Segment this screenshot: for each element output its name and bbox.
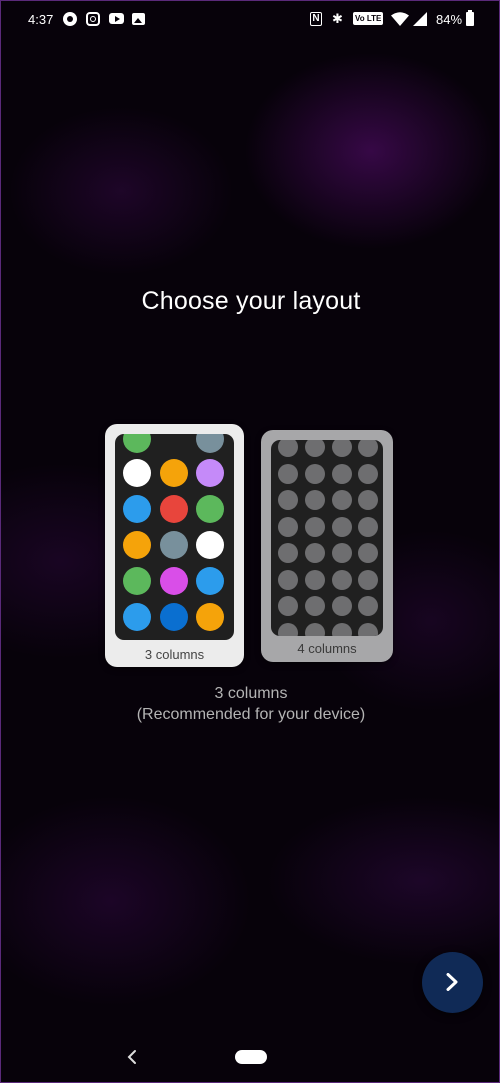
app-dot: [332, 569, 352, 590]
app-dot: [278, 622, 298, 636]
app-dot: [305, 516, 325, 537]
layout-preview-4-columns: [271, 440, 383, 636]
page-title: Choose your layout: [141, 287, 361, 315]
home-pill[interactable]: [235, 1050, 267, 1064]
app-dot: [305, 463, 325, 484]
layout-label-3-columns: 3 columns: [144, 647, 205, 662]
setup-screen: 4:37 N ✱ Vo LTE 84% Choose your layout 3…: [0, 0, 500, 1083]
battery-percent: 84%: [436, 12, 463, 27]
app-dot: [358, 463, 378, 484]
app-dot: [278, 463, 298, 484]
app-dot: [278, 440, 298, 457]
layout-label-4-columns: 4 columns: [297, 641, 357, 656]
app-dot: [278, 543, 298, 563]
app-dot: [358, 490, 378, 510]
layout-option-4-columns[interactable]: 4 columns: [261, 430, 393, 662]
nfc-icon: N: [310, 12, 322, 26]
app-dot: [196, 495, 224, 523]
youtube-icon: [109, 13, 124, 24]
photos-icon: [132, 13, 145, 25]
app-dot: [305, 622, 325, 636]
app-dot: [305, 490, 325, 510]
app-dot: [196, 434, 224, 453]
app-dot: [278, 596, 298, 616]
app-dot: [196, 603, 224, 631]
selected-layout-caption: 3 columns: [214, 685, 288, 702]
app-dot: [196, 459, 224, 487]
app-dot: [332, 622, 352, 636]
app-dot: [196, 567, 224, 595]
app-dot: [278, 490, 298, 510]
app-dot: [332, 463, 352, 484]
app-dot: [358, 516, 378, 537]
back-icon[interactable]: [125, 1048, 139, 1066]
app-dot: [278, 516, 298, 537]
app-dot: [123, 567, 151, 595]
app-dot: [305, 596, 325, 616]
app-dot: [332, 440, 352, 457]
app-dot: [160, 567, 188, 595]
app-dot: [358, 543, 378, 563]
app-dot: [123, 459, 151, 487]
app-dot: [160, 603, 188, 631]
app-dot: [160, 495, 188, 523]
wifi-icon: [391, 12, 409, 26]
recommendation-caption: (Recommended for your device): [136, 706, 366, 723]
status-time: 4:37: [28, 12, 54, 27]
app-dot: [123, 531, 151, 559]
app-dot: [358, 569, 378, 590]
status-bar: 4:37 N ✱ Vo LTE 84%: [1, 1, 499, 39]
circle-app-icon: [63, 12, 77, 26]
app-dot: [332, 596, 352, 616]
volte-icon: Vo LTE: [353, 12, 384, 25]
app-dot: [358, 622, 378, 636]
signal-icon: [413, 12, 427, 26]
chevron-right-icon: [446, 973, 458, 991]
app-dot: [358, 440, 378, 457]
layout-option-3-columns[interactable]: 3 columns: [105, 424, 244, 667]
battery-icon: [466, 10, 474, 26]
app-dot: [160, 531, 188, 559]
app-dot: [278, 569, 298, 590]
app-dot: [305, 543, 325, 563]
app-dot: [305, 569, 325, 590]
next-button[interactable]: [422, 952, 483, 1013]
app-dot: [123, 495, 151, 523]
app-dot: [305, 440, 325, 457]
app-dot: [123, 434, 151, 453]
app-dot: [358, 596, 378, 616]
app-dot: [123, 603, 151, 631]
app-dot: [332, 490, 352, 510]
app-dot: [332, 543, 352, 563]
app-dot: [160, 459, 188, 487]
layout-preview-3-columns: [115, 434, 234, 640]
app-dot: [332, 516, 352, 537]
app-dot: [196, 531, 224, 559]
bluetooth-icon: ✱: [332, 11, 343, 26]
instagram-icon: [86, 12, 100, 26]
